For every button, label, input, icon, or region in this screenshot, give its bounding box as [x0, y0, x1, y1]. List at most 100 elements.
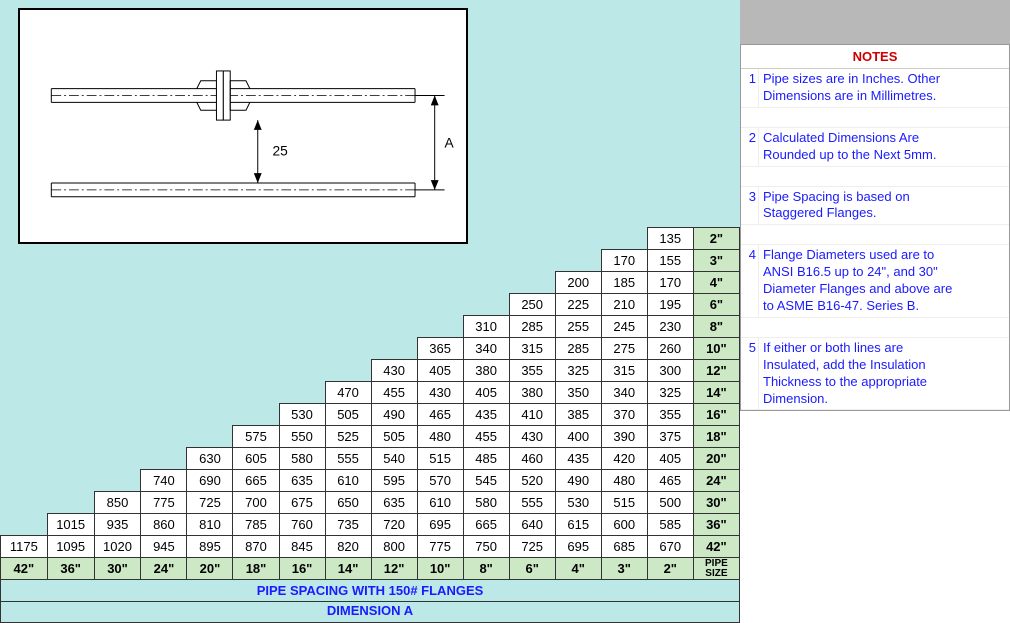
spacing-cell: 435 [555, 448, 601, 470]
spacing-cell: 505 [371, 426, 417, 448]
spacing-cell: 610 [325, 470, 371, 492]
spacing-cell: 695 [555, 536, 601, 558]
spacing-cell: 385 [555, 404, 601, 426]
size-col-cell: 3" [693, 250, 739, 272]
spacing-cell: 480 [417, 426, 463, 448]
size-col-cell: 24" [693, 470, 739, 492]
note-text: Flange Diameters used are toANSI B16.5 u… [759, 245, 1009, 317]
spacing-cell: 210 [601, 294, 647, 316]
spacing-cell: 1020 [94, 536, 141, 558]
spacing-cell: 670 [647, 536, 693, 558]
spacing-cell: 785 [233, 514, 279, 536]
spacing-cell: 720 [371, 514, 417, 536]
size-row-cell: 6" [509, 558, 555, 580]
spacing-cell: 775 [417, 536, 463, 558]
spacing-cell: 520 [509, 470, 555, 492]
spacing-cell: 195 [647, 294, 693, 316]
spacing-cell: 460 [509, 448, 555, 470]
spacing-cell: 245 [601, 316, 647, 338]
spacing-cell: 370 [601, 404, 647, 426]
size-col-cell: 4" [693, 272, 739, 294]
size-col-cell: 14" [693, 382, 739, 404]
spacing-cell: 820 [325, 536, 371, 558]
spacing-cell: 390 [601, 426, 647, 448]
spacing-cell: 420 [601, 448, 647, 470]
spacing-cell: 155 [647, 250, 693, 272]
spacing-cell: 285 [509, 316, 555, 338]
size-row-cell: 8" [463, 558, 509, 580]
spacing-cell: 550 [279, 426, 325, 448]
size-col-cell: 36" [693, 514, 739, 536]
spacing-cell: 860 [141, 514, 187, 536]
note-row: 4Flange Diameters used are toANSI B16.5 … [741, 245, 1009, 318]
size-col-cell: 18" [693, 426, 739, 448]
spacing-cell: 695 [417, 514, 463, 536]
spacing-cell: 725 [509, 536, 555, 558]
spacing-cell: 405 [463, 382, 509, 404]
spacing-cell: 935 [94, 514, 141, 536]
spacing-cell: 700 [233, 492, 279, 514]
size-row-cell: 14" [325, 558, 371, 580]
spacing-cell: 135 [647, 228, 693, 250]
note-number: 5 [741, 338, 759, 410]
spacing-cell: 325 [555, 360, 601, 382]
spacing-cell: 430 [371, 360, 417, 382]
spacing-cell: 635 [279, 470, 325, 492]
spacing-cell: 340 [463, 338, 509, 360]
size-row-cell: 4" [555, 558, 601, 580]
spacing-cell: 400 [555, 426, 601, 448]
spacing-cell: 585 [647, 514, 693, 536]
note-row: 3Pipe Spacing is based onStaggered Flang… [741, 187, 1009, 226]
spacing-cell: 365 [417, 338, 463, 360]
size-col-cell: 12" [693, 360, 739, 382]
spacing-cell: 800 [371, 536, 417, 558]
spacing-cell: 430 [509, 426, 555, 448]
spacing-cell: 595 [371, 470, 417, 492]
spacing-cell: 845 [279, 536, 325, 558]
note-number: 3 [741, 187, 759, 225]
spacing-cell: 600 [601, 514, 647, 536]
size-col-cell: 6" [693, 294, 739, 316]
spacing-cell: 555 [325, 448, 371, 470]
spacing-cell: 545 [463, 470, 509, 492]
spacing-cell: 650 [325, 492, 371, 514]
spacing-cell: 355 [647, 404, 693, 426]
spacing-cell: 170 [601, 250, 647, 272]
spacing-cell: 350 [555, 382, 601, 404]
size-col-cell: 20" [693, 448, 739, 470]
spacing-cell: 1095 [47, 536, 94, 558]
spacing-cell: 170 [647, 272, 693, 294]
spacing-cell: 570 [417, 470, 463, 492]
spacing-cell: 575 [233, 426, 279, 448]
size-col-cell: 30" [693, 492, 739, 514]
size-col-cell: 8" [693, 316, 739, 338]
note-row: 1Pipe sizes are in Inches. OtherDimensio… [741, 69, 1009, 108]
spacing-cell: 1015 [47, 514, 94, 536]
note-row: 2Calculated Dimensions AreRounded up to … [741, 128, 1009, 167]
spacing-cell: 665 [463, 514, 509, 536]
notes-title: NOTES [741, 45, 1009, 69]
spacing-cell: 465 [647, 470, 693, 492]
size-row-cell: 16" [279, 558, 325, 580]
spacing-cell: 615 [555, 514, 601, 536]
spacing-cell: 185 [601, 272, 647, 294]
pipe-size-header: PIPESIZE [693, 558, 739, 580]
size-col-cell: 16" [693, 404, 739, 426]
size-row-cell: 30" [94, 558, 141, 580]
spacing-cell: 750 [463, 536, 509, 558]
a-dim-label: A [445, 136, 455, 151]
pipe-diagram: 25 A [18, 8, 468, 244]
spacing-cell: 230 [647, 316, 693, 338]
spacing-cell: 530 [555, 492, 601, 514]
spacing-cell: 895 [187, 536, 233, 558]
spacing-cell: 610 [417, 492, 463, 514]
spacing-cell: 480 [601, 470, 647, 492]
spacing-cell: 380 [463, 360, 509, 382]
spacing-cell: 665 [233, 470, 279, 492]
spacing-cell: 775 [141, 492, 187, 514]
table-caption-2: DIMENSION A [0, 602, 740, 623]
spacing-cell: 685 [601, 536, 647, 558]
spacing-cell: 525 [325, 426, 371, 448]
spacing-cell: 850 [94, 492, 141, 514]
note-text: Calculated Dimensions AreRounded up to t… [759, 128, 1009, 166]
